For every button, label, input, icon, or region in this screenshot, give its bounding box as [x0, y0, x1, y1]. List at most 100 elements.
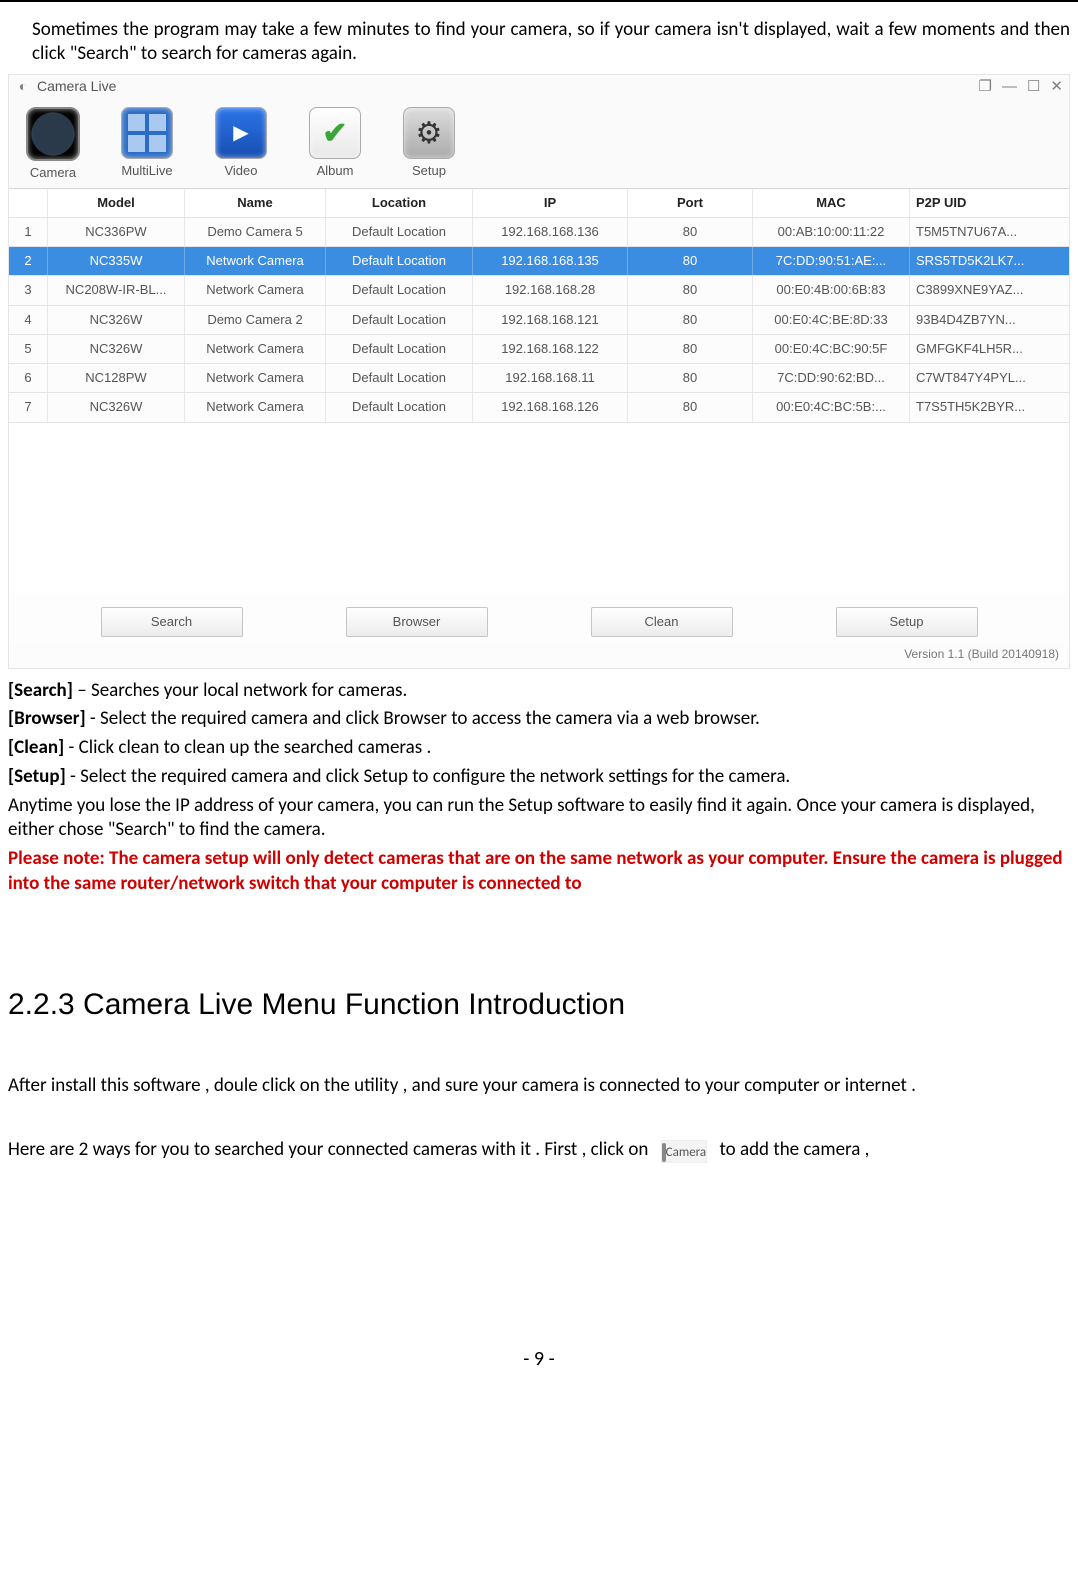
- cell-name: Network Camera: [185, 276, 326, 304]
- col-index: [9, 189, 48, 217]
- cell-name: Network Camera: [185, 247, 326, 275]
- cell-name: Network Camera: [185, 393, 326, 421]
- camera-table: Model Name Location IP Port MAC P2P UID …: [9, 188, 1069, 593]
- col-mac: MAC: [753, 189, 910, 217]
- cell-mac: 00:E0:4C:BC:90:5F: [753, 335, 910, 363]
- cell-model: NC208W-IR-BL...: [48, 276, 185, 304]
- col-ip: IP: [473, 189, 628, 217]
- cell-model: NC326W: [48, 306, 185, 334]
- window-title: Camera Live: [37, 78, 116, 96]
- cell-name: Network Camera: [185, 335, 326, 363]
- col-location: Location: [326, 189, 473, 217]
- cell-index: 7: [9, 393, 48, 421]
- cell-index: 2: [9, 247, 48, 275]
- cell-location: Default Location: [326, 364, 473, 392]
- cell-model: NC335W: [48, 247, 185, 275]
- cell-port: 80: [628, 364, 753, 392]
- cell-ip: 192.168.168.126: [473, 393, 628, 421]
- cell-uid: T7S5TH5K2BYR...: [910, 393, 1069, 421]
- table-row[interactable]: 3NC208W-IR-BL...Network CameraDefault Lo…: [9, 276, 1069, 305]
- close-icon[interactable]: ✕: [1050, 78, 1063, 97]
- toolbar-multilive[interactable]: MultiLive: [117, 107, 177, 181]
- section-heading: 2.2.3 Camera Live Menu Function Introduc…: [8, 986, 1070, 1024]
- def-setup: [Setup] - Select the required camera and…: [8, 765, 1070, 790]
- album-icon: [309, 107, 361, 159]
- browser-button[interactable]: Browser: [346, 607, 488, 637]
- ways-paragraph: Here are 2 ways for you to searched your…: [8, 1138, 1070, 1163]
- app-icon: ◐: [15, 80, 31, 94]
- cell-location: Default Location: [326, 306, 473, 334]
- minimize-icon[interactable]: —: [1002, 78, 1017, 97]
- cell-ip: 192.168.168.28: [473, 276, 628, 304]
- video-icon: [215, 107, 267, 159]
- cell-uid: C7WT847Y4PYL...: [910, 364, 1069, 392]
- cell-ip: 192.168.168.121: [473, 306, 628, 334]
- def-browser: [Browser] - Select the required camera a…: [8, 707, 1070, 732]
- cell-uid: C3899XNE9YAZ...: [910, 276, 1069, 304]
- col-port: Port: [628, 189, 753, 217]
- toolbar-label: Camera: [30, 165, 76, 181]
- cell-mac: 7C:DD:90:51:AE:...: [753, 247, 910, 275]
- toolbar-album[interactable]: Album: [305, 107, 365, 181]
- cell-uid: SRS5TD5K2LK7...: [910, 247, 1069, 275]
- cell-port: 80: [628, 306, 753, 334]
- clean-button[interactable]: Clean: [591, 607, 733, 637]
- search-button[interactable]: Search: [101, 607, 243, 637]
- cell-uid: GMFGKF4LH5R...: [910, 335, 1069, 363]
- toolbar-setup[interactable]: Setup: [399, 107, 459, 181]
- version-label: Version 1.1 (Build 20140918): [9, 645, 1069, 668]
- cell-ip: 192.168.168.122: [473, 335, 628, 363]
- cell-mac: 7C:DD:90:62:BD...: [753, 364, 910, 392]
- page-number: - 9 -: [8, 1347, 1070, 1372]
- toolbar: Camera MultiLive Video Album Setup: [9, 99, 1069, 187]
- toolbar-camera[interactable]: Camera: [23, 107, 83, 181]
- table-header-row: Model Name Location IP Port MAC P2P UID: [9, 189, 1069, 218]
- cell-port: 80: [628, 276, 753, 304]
- def-clean: [Clean] - Click clean to clean up the se…: [8, 736, 1070, 761]
- button-row: Search Browser Clean Setup: [9, 593, 1069, 645]
- setup-icon: [403, 107, 455, 159]
- multi-icon: [121, 107, 173, 159]
- cell-mac: 00:AB:10:00:11:22: [753, 218, 910, 246]
- toolbar-label: Album: [317, 163, 354, 179]
- cell-name: Demo Camera 2: [185, 306, 326, 334]
- toolbar-label: Video: [224, 163, 257, 179]
- setup-button[interactable]: Setup: [836, 607, 978, 637]
- cell-uid: T5M5TN7U67A...: [910, 218, 1069, 246]
- cell-name: Network Camera: [185, 364, 326, 392]
- cell-index: 3: [9, 276, 48, 304]
- cell-mac: 00:E0:4C:BE:8D:33: [753, 306, 910, 334]
- col-name: Name: [185, 189, 326, 217]
- table-row[interactable]: 1NC336PWDemo Camera 5Default Location192…: [9, 218, 1069, 247]
- titlebar: ◐ Camera Live ❐ — ☐ ✕: [9, 75, 1069, 100]
- def-search: [Search] – Searches your local network f…: [8, 679, 1070, 704]
- cell-model: NC336PW: [48, 218, 185, 246]
- cell-index: 6: [9, 364, 48, 392]
- restore-icon[interactable]: ❐: [979, 78, 992, 97]
- table-row[interactable]: 6NC128PWNetwork CameraDefault Location19…: [9, 364, 1069, 393]
- cell-index: 5: [9, 335, 48, 363]
- cell-model: NC326W: [48, 335, 185, 363]
- toolbar-label: Setup: [412, 163, 446, 179]
- cell-index: 4: [9, 306, 48, 334]
- cell-ip: 192.168.168.11: [473, 364, 628, 392]
- table-row[interactable]: 7NC326WNetwork CameraDefault Location192…: [9, 393, 1069, 422]
- maximize-icon[interactable]: ☐: [1027, 78, 1040, 97]
- intro-paragraph: Sometimes the program may take a few min…: [8, 18, 1070, 70]
- please-note: Please note: The camera setup will only …: [8, 847, 1070, 896]
- cam-icon: [26, 107, 80, 161]
- cell-model: NC326W: [48, 393, 185, 421]
- cell-location: Default Location: [326, 393, 473, 421]
- cell-port: 80: [628, 335, 753, 363]
- table-row[interactable]: 4NC326WDemo Camera 2Default Location192.…: [9, 306, 1069, 335]
- table-row[interactable]: 2NC335WNetwork CameraDefault Location192…: [9, 247, 1069, 276]
- anytime-paragraph: Anytime you lose the IP address of your …: [8, 794, 1070, 843]
- toolbar-video[interactable]: Video: [211, 107, 271, 181]
- table-row[interactable]: 5NC326WNetwork CameraDefault Location192…: [9, 335, 1069, 364]
- inline-camera-icon: Camera: [661, 1139, 708, 1164]
- col-model: Model: [48, 189, 185, 217]
- col-p2puid: P2P UID: [910, 189, 1069, 217]
- cell-index: 1: [9, 218, 48, 246]
- camera-live-window: ◐ Camera Live ❐ — ☐ ✕ Camera MultiLive Vid…: [8, 74, 1070, 669]
- cell-port: 80: [628, 218, 753, 246]
